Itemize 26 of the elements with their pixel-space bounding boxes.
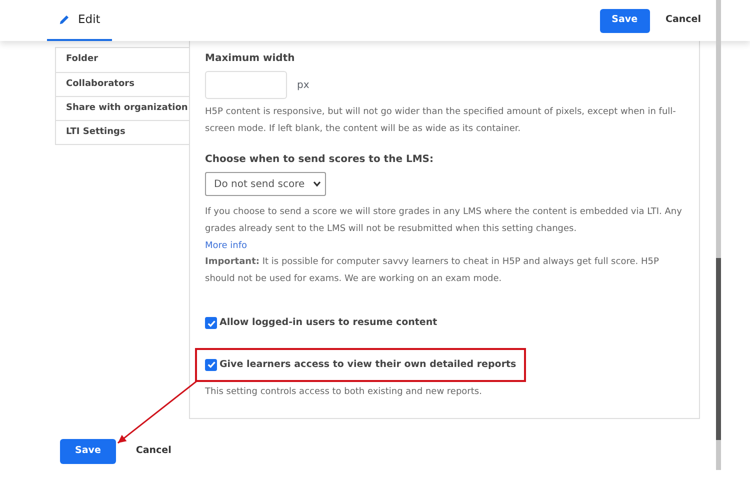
field-label: Maximum width [205, 52, 296, 66]
caret-icon [312, 181, 321, 187]
edit-tab[interactable]: Edit [47, 0, 112, 41]
sidebar-item[interactable]: Share with organization [56, 96, 189, 120]
important-note: Important: It is possible for computer savvy learners to cheat in H5P and always get full score. H5P should not be used for exams. We are working on an exam mode. [205, 256, 660, 286]
help-text: If you choose to send a score we will store grades in any LMS where the content is embedded via LTI. Any grades already sent to the LMS will not be resubmitted when this setting changes. [205, 206, 683, 236]
sidebar-item[interactable]: Collaborators [56, 72, 189, 96]
help-text: This setting controls access to both existing and new reports. [205, 386, 483, 400]
field-label: Choose when to send scores to the LMS: [205, 153, 434, 167]
save-button[interactable]: Save [600, 8, 650, 32]
unit-label: px [297, 78, 310, 92]
sidebar-item[interactable]: LTI Settings [56, 120, 189, 144]
cancel-button[interactable]: Cancel [116, 444, 192, 459]
help-text: H5P content is responsive, but will not go wider than the specified amount of pixels, except when in full-screen mode. If left blank, the content will be as wide as its container. [205, 106, 677, 136]
pencil-icon [59, 14, 70, 25]
more-info-link[interactable]: More info [205, 241, 248, 251]
checkbox[interactable] [205, 317, 217, 330]
checkbox-label[interactable]: Give learners access to view their own detailed reports [220, 358, 516, 372]
width-input[interactable] [205, 71, 287, 99]
scrollbar-thumb[interactable] [716, 258, 721, 440]
checkbox-label[interactable]: Allow logged-in users to resume content [220, 316, 438, 330]
score-select[interactable]: Do not send score [205, 172, 326, 196]
save-button[interactable]: Save [60, 439, 116, 464]
cancel-button[interactable]: Cancel [650, 13, 717, 28]
checkbox[interactable] [205, 358, 217, 371]
sidebar-item[interactable]: Folder [56, 48, 189, 72]
